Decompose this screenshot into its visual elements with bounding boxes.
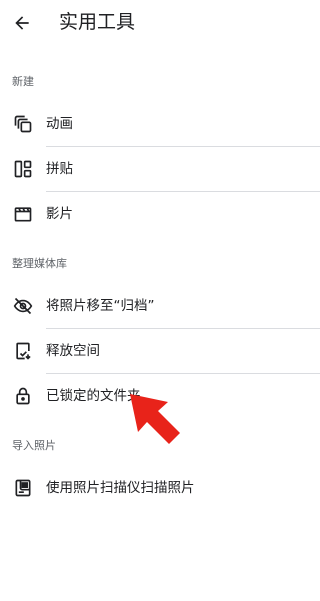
page-title: 实用工具 [59,11,136,33]
menu-item-collage[interactable]: 拼贴 [0,147,320,191]
app-bar: 实用工具 [0,0,320,44]
arrow-back-icon [15,16,29,30]
lock-icon [11,384,35,408]
section-label-organize-library: 整理媒体库 [12,257,67,270]
section-label-import-photos: 导入照片 [12,439,56,452]
section-label-create: 新建 [12,75,34,88]
menu-item-label: 使用照片扫描仪扫描照片 [46,480,195,496]
menu-item-animation[interactable]: 动画 [0,102,320,146]
menu-item-archive-photos[interactable]: 将照片移至“归档” [0,284,320,328]
menu-item-photoscan[interactable]: 使用照片扫描仪扫描照片 [0,466,320,510]
movie-icon [11,202,35,226]
menu-item-free-up-space[interactable]: 释放空间 [0,329,320,373]
menu-item-label: 动画 [46,116,73,132]
menu-item-label: 释放空间 [46,343,100,359]
animation-icon [11,112,35,136]
menu-item-label: 将照片移至“归档” [46,298,155,314]
menu-item-label: 影片 [46,206,73,222]
annotation-arrow-icon [130,394,180,444]
menu-item-movie[interactable]: 影片 [0,192,320,236]
photoscan-icon [11,476,35,500]
back-button[interactable] [10,11,34,35]
collage-icon [11,157,35,181]
free-up-space-icon [11,339,35,363]
archive-visibility-off-icon [11,294,35,318]
menu-item-label: 拼贴 [46,161,73,177]
